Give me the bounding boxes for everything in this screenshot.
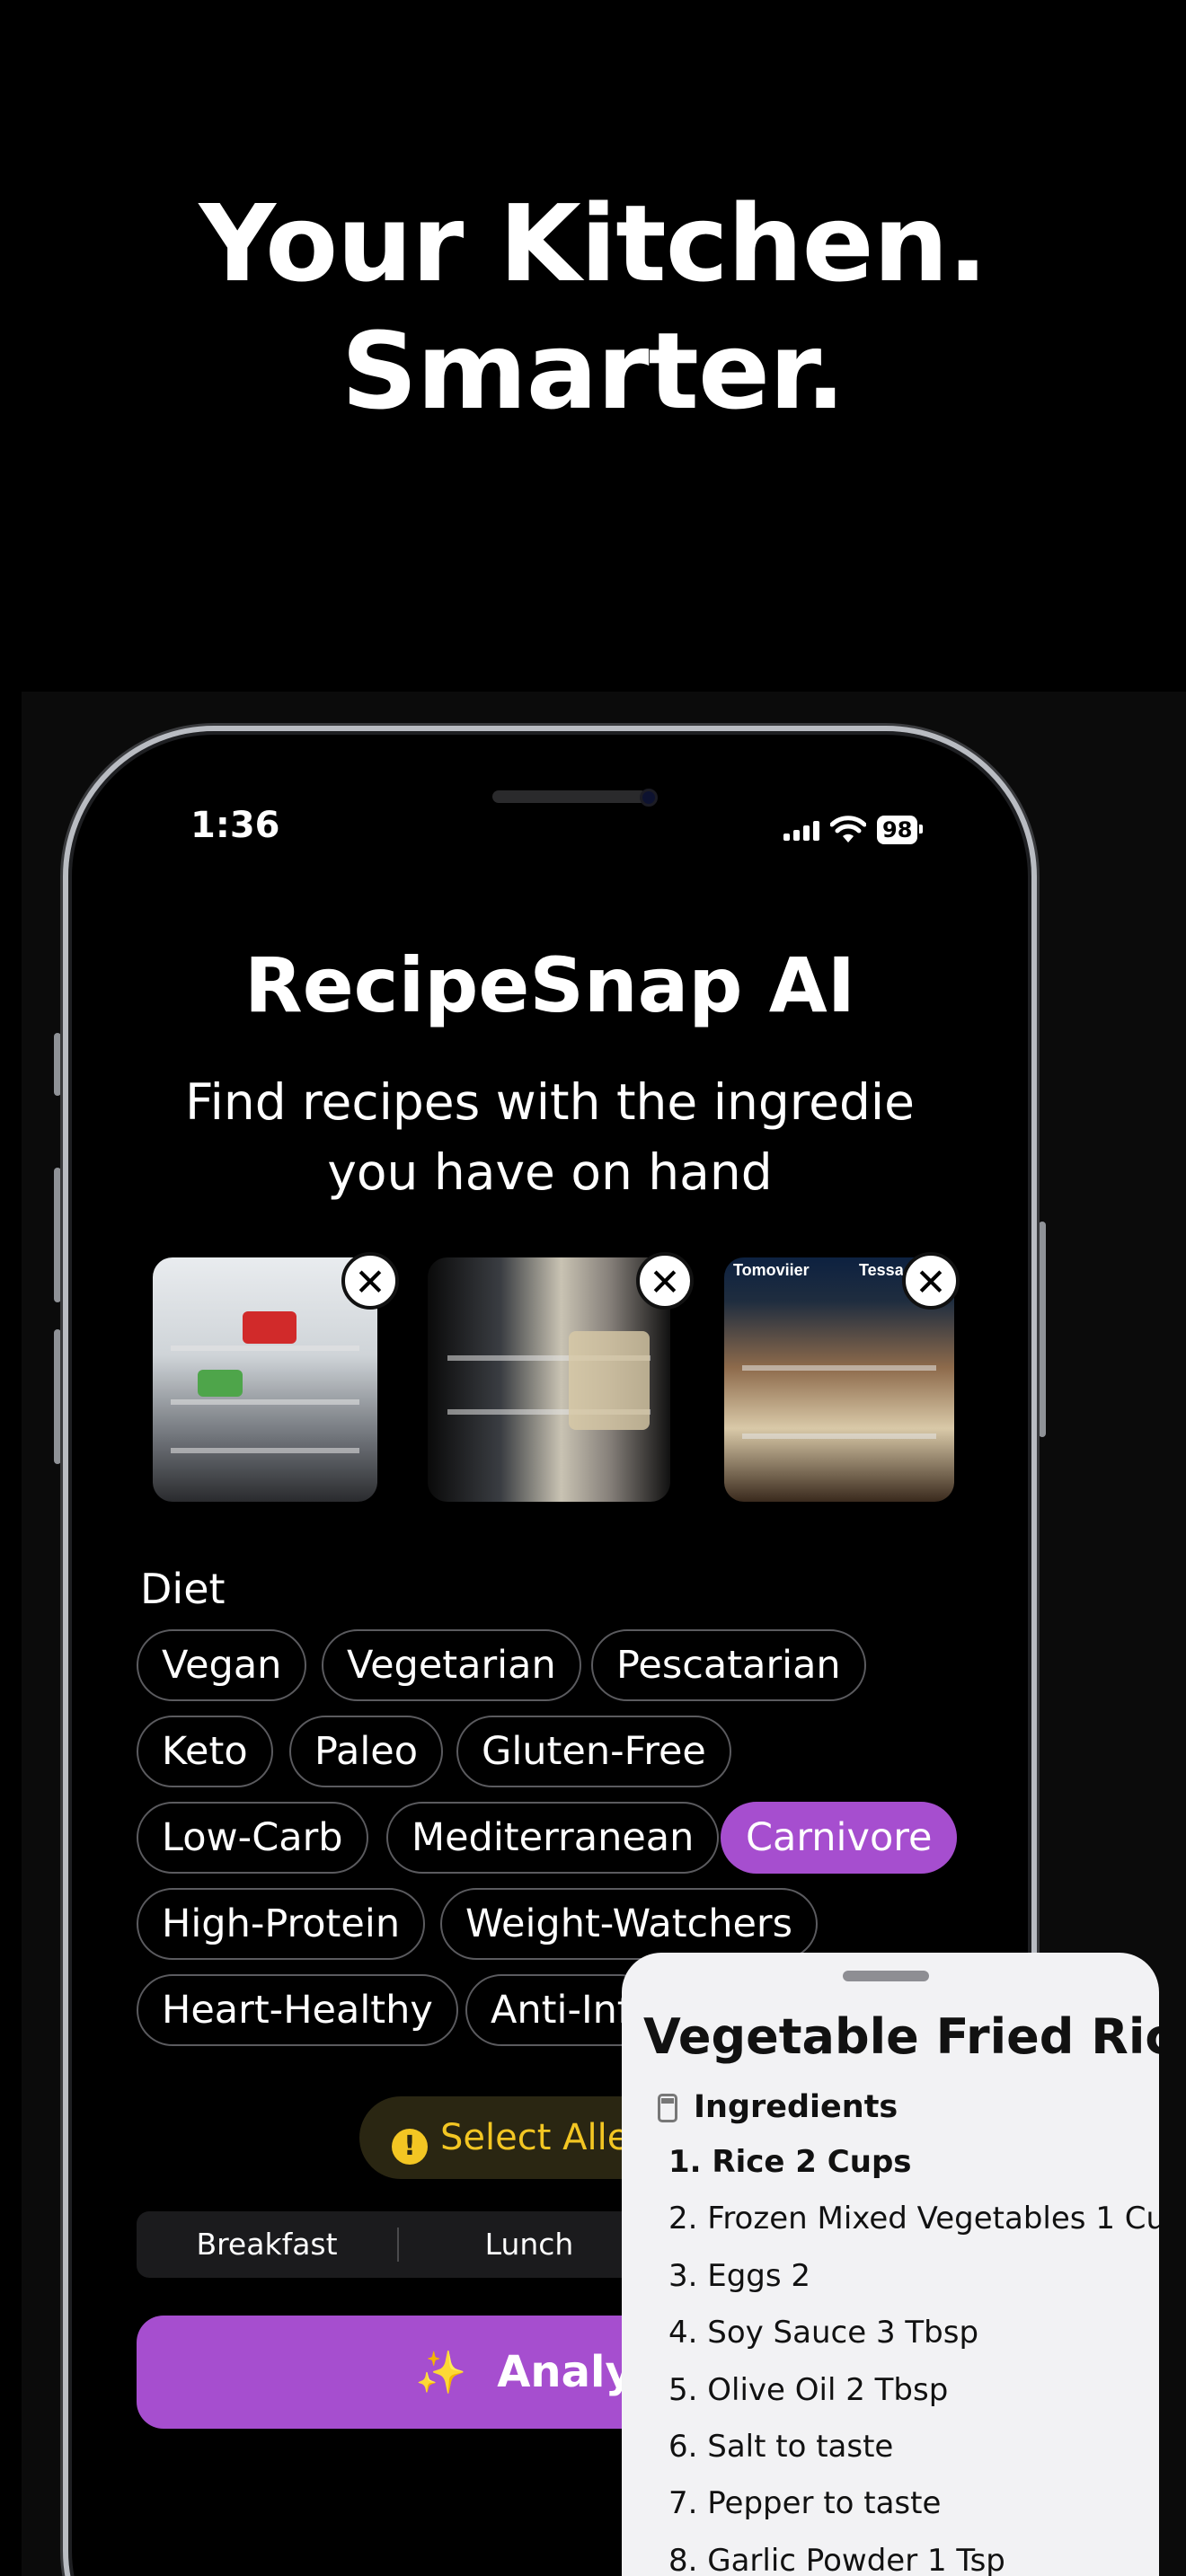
ingredients-header: Ingredients: [658, 2089, 898, 2125]
ingredient-item: 8. Garlic Powder 1 Tsp: [668, 2542, 1005, 2576]
fridge-shelf: [171, 1345, 359, 1351]
battery-icon: 98: [877, 816, 924, 844]
pantry-shelf: [742, 1433, 936, 1439]
meal-type-segmented-control: Breakfast Lunch: [137, 2211, 676, 2278]
ingredients-list: 1. Rice 2 Cups 2. Frozen Mixed Vegetable…: [668, 2139, 1159, 2576]
diet-chip-weight-watchers[interactable]: Weight-Watchers: [440, 1888, 818, 1960]
front-camera: [640, 789, 658, 807]
status-icons: 98: [783, 812, 924, 848]
ingredient-item: 3. Eggs 2: [668, 2257, 811, 2294]
ingredient-item: 7. Pepper to taste: [668, 2485, 942, 2522]
hero-headline: Your Kitchen. Smarter.: [0, 180, 1186, 435]
wifi-icon: [830, 816, 866, 842]
green-produce: [198, 1370, 243, 1398]
diet-chip-gluten-free[interactable]: Gluten-Free: [456, 1716, 731, 1787]
ingredients-label: Ingredients: [694, 2089, 898, 2125]
diet-chip-high-protein[interactable]: High-Protein: [137, 1888, 426, 1960]
sheet-grabber[interactable]: [843, 1971, 929, 1981]
diet-chip-heart-healthy[interactable]: Heart-Healthy: [137, 1974, 458, 2046]
power-button: [1039, 1222, 1046, 1437]
diet-label: Diet: [140, 1565, 226, 1613]
photo-thumbnail-1[interactable]: [153, 1257, 377, 1502]
meal-option-lunch[interactable]: Lunch: [399, 2211, 659, 2278]
pantry-sign-right: Tessa: [859, 1261, 904, 1279]
volume-down-button: [54, 1329, 61, 1464]
speaker-grille: [492, 790, 647, 803]
jar-icon: [658, 2094, 677, 2122]
diet-chip-low-carb[interactable]: Low-Carb: [137, 1802, 368, 1874]
remove-photo-1-button[interactable]: ✕: [341, 1252, 399, 1310]
packaged-food: [568, 1330, 650, 1430]
red-container: [243, 1310, 296, 1344]
ingredient-item: 1. Rice 2 Cups: [668, 2144, 912, 2180]
recipe-sheet[interactable]: Vegetable Fried Rice Ingredients 1. Rice…: [622, 1953, 1159, 2576]
hero-line-2: Smarter.: [341, 309, 845, 433]
diet-chip-keto[interactable]: Keto: [137, 1716, 273, 1787]
ingredient-item: 4. Soy Sauce 3 Tbsp: [668, 2315, 979, 2351]
app-title: RecipeSnap AI: [244, 941, 855, 1029]
fridge-shelf: [171, 1398, 359, 1405]
fridge-shelf: [171, 1448, 359, 1454]
cellular-signal-icon: [783, 819, 819, 841]
photo-thumbnail-2[interactable]: [428, 1257, 670, 1502]
app-subtitle: Find recipes with the ingredie you have …: [0, 1067, 1100, 1207]
diet-chip-paleo[interactable]: Paleo: [289, 1716, 444, 1787]
select-allergens-label: Select Allen: [440, 2117, 652, 2158]
remove-photo-3-button[interactable]: ✕: [902, 1252, 960, 1310]
warning-icon: !: [392, 2129, 428, 2165]
pantry-sign-left: Tomoviier: [733, 1261, 810, 1279]
magic-wand-icon: ✨: [415, 2348, 467, 2396]
ingredient-item: 5. Olive Oil 2 Tbsp: [668, 2371, 949, 2408]
diet-chip-carnivore[interactable]: Carnivore: [721, 1802, 958, 1874]
meal-option-breakfast[interactable]: Breakfast: [137, 2211, 397, 2278]
diet-chip-vegetarian[interactable]: Vegetarian: [322, 1629, 581, 1701]
hero-line-1: Your Kitchen.: [199, 181, 987, 305]
ingredient-item: 2. Frozen Mixed Vegetables 1 Cup: [668, 2201, 1159, 2237]
subtitle-line-2: you have on hand: [327, 1143, 773, 1201]
ingredient-item: 6. Salt to taste: [668, 2428, 894, 2465]
diet-chip-pescatarian[interactable]: Pescatarian: [591, 1629, 866, 1701]
diet-chip-vegan[interactable]: Vegan: [137, 1629, 307, 1701]
pantry-shelf: [742, 1364, 936, 1371]
recipe-title: Vegetable Fried Rice: [643, 2008, 1159, 2065]
subtitle-line-1: Find recipes with the ingredie: [184, 1073, 916, 1131]
remove-photo-2-button[interactable]: ✕: [636, 1252, 694, 1310]
diet-chip-mediterranean[interactable]: Mediterranean: [386, 1802, 720, 1874]
status-time: 1:36: [190, 805, 280, 846]
